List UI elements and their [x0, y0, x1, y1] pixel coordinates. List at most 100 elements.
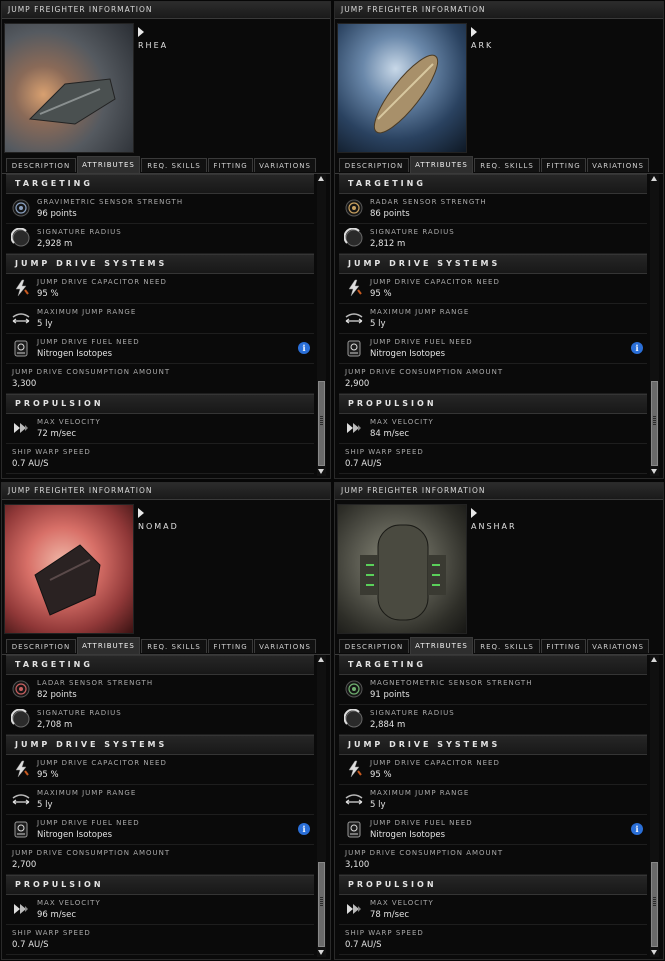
attribute-value: 96 m/sec [37, 910, 76, 920]
tab-fitting[interactable]: FITTING [541, 158, 586, 172]
signature-radius-icon [344, 228, 363, 247]
tab-variations[interactable]: VARIATIONS [587, 158, 649, 172]
show-info-icon[interactable]: i [631, 342, 643, 354]
attribute-label: JUMP DRIVE CAPACITOR NEED [370, 759, 500, 767]
attribute-value: 86 points [370, 209, 410, 219]
attribute-value: 72 m/sec [37, 429, 76, 439]
show-info-arrow-icon[interactable] [138, 508, 144, 518]
section-jump-drive[interactable]: JUMP DRIVE SYSTEMS [339, 254, 647, 274]
tab-attributes[interactable]: ATTRIBUTES [77, 637, 140, 654]
tab-description[interactable]: DESCRIPTION [6, 158, 76, 172]
tab-description[interactable]: DESCRIPTION [339, 639, 409, 653]
tab-req-skills[interactable]: REQ. SKILLS [474, 639, 540, 653]
ship-render-image [337, 504, 467, 634]
attribute-row: SHIP WARP SPEED 0.7 AU/S [6, 444, 314, 474]
section-propulsion[interactable]: PROPULSION [339, 875, 647, 895]
vertical-scrollbar[interactable] [317, 655, 326, 957]
tab-req-skills[interactable]: REQ. SKILLS [141, 639, 207, 653]
scroll-thumb[interactable] [651, 862, 658, 947]
show-info-arrow-icon[interactable] [138, 27, 144, 37]
attribute-label: SHIP WARP SPEED [12, 448, 91, 456]
scroll-down-arrow-icon[interactable] [651, 950, 657, 955]
scroll-up-arrow-icon[interactable] [318, 176, 324, 181]
attributes-list: TARGETING MAGNETOMETRIC SENSOR STRENGTH … [339, 655, 647, 955]
window-title[interactable]: JUMP FREIGHTER INFORMATION [2, 2, 330, 19]
attribute-value: 2,708 m [37, 720, 73, 730]
attribute-value: Nitrogen Isotopes [370, 830, 445, 840]
vertical-scrollbar[interactable] [650, 174, 659, 476]
tab-variations[interactable]: VARIATIONS [587, 639, 649, 653]
scroll-thumb[interactable] [318, 381, 325, 466]
show-info-arrow-icon[interactable] [471, 508, 477, 518]
section-targeting[interactable]: TARGETING [6, 655, 314, 675]
attribute-value: 0.7 AU/S [12, 459, 49, 469]
section-propulsion[interactable]: PROPULSION [6, 875, 314, 895]
attribute-row: MAX VELOCITY 96 m/sec [6, 895, 314, 925]
attribute-row: SIGNATURE RADIUS 2,928 m [6, 224, 314, 254]
attribute-value: Nitrogen Isotopes [370, 349, 445, 359]
vertical-scrollbar[interactable] [317, 174, 326, 476]
tab-fitting[interactable]: FITTING [541, 639, 586, 653]
tab-description[interactable]: DESCRIPTION [339, 158, 409, 172]
scroll-up-arrow-icon[interactable] [651, 657, 657, 662]
scroll-thumb[interactable] [318, 862, 325, 947]
show-info-icon[interactable]: i [631, 823, 643, 835]
sensor-strength-icon [345, 199, 363, 217]
attribute-row: SHIP WARP SPEED 0.7 AU/S [339, 444, 647, 474]
capacitor-lightning-icon [348, 279, 362, 297]
section-jump-drive[interactable]: JUMP DRIVE SYSTEMS [6, 254, 314, 274]
show-info-icon[interactable]: i [298, 823, 310, 835]
attribute-label: MAX VELOCITY [37, 418, 101, 426]
tab-attributes[interactable]: ATTRIBUTES [77, 156, 140, 173]
section-propulsion[interactable]: PROPULSION [6, 394, 314, 414]
attribute-value: 96 points [37, 209, 77, 219]
tab-fitting[interactable]: FITTING [208, 158, 253, 172]
attributes-list: TARGETING LADAR SENSOR STRENGTH 82 point… [6, 655, 314, 955]
window-title[interactable]: JUMP FREIGHTER INFORMATION [335, 483, 663, 500]
show-info-arrow-icon[interactable] [471, 27, 477, 37]
scroll-up-arrow-icon[interactable] [651, 176, 657, 181]
section-targeting[interactable]: TARGETING [339, 174, 647, 194]
section-jump-drive[interactable]: JUMP DRIVE SYSTEMS [339, 735, 647, 755]
tab-description[interactable]: DESCRIPTION [6, 639, 76, 653]
attribute-value: 95 % [37, 770, 59, 780]
window-title[interactable]: JUMP FREIGHTER INFORMATION [2, 483, 330, 500]
attribute-row: JUMP DRIVE FUEL NEED Nitrogen Isotopes i [6, 815, 314, 845]
fuel-isotopes-icon [14, 821, 28, 838]
vertical-scrollbar[interactable] [650, 655, 659, 957]
scroll-down-arrow-icon[interactable] [318, 950, 324, 955]
ship-name: NOMAD [138, 522, 179, 531]
tab-variations[interactable]: VARIATIONS [254, 158, 316, 172]
signature-radius-icon [344, 709, 363, 728]
tab-attributes[interactable]: ATTRIBUTES [410, 637, 473, 654]
attribute-label: SIGNATURE RADIUS [37, 709, 122, 717]
capacitor-lightning-icon [348, 760, 362, 778]
section-jump-drive[interactable]: JUMP DRIVE SYSTEMS [6, 735, 314, 755]
show-info-icon[interactable]: i [298, 342, 310, 354]
scroll-up-arrow-icon[interactable] [318, 657, 324, 662]
fuel-isotopes-icon [347, 821, 361, 838]
scroll-down-arrow-icon[interactable] [651, 469, 657, 474]
section-propulsion[interactable]: PROPULSION [339, 394, 647, 414]
section-targeting[interactable]: TARGETING [339, 655, 647, 675]
attribute-value: 0.7 AU/S [12, 940, 49, 950]
attribute-label: SHIP WARP SPEED [345, 929, 424, 937]
section-targeting[interactable]: TARGETING [6, 174, 314, 194]
attribute-label: SIGNATURE RADIUS [37, 228, 122, 236]
attribute-label: RADAR SENSOR STRENGTH [370, 198, 487, 206]
attribute-row: JUMP DRIVE CAPACITOR NEED 95 % [339, 755, 647, 785]
fuel-isotopes-icon [347, 340, 361, 357]
scroll-thumb[interactable] [651, 381, 658, 466]
tab-req-skills[interactable]: REQ. SKILLS [141, 158, 207, 172]
signature-radius-icon [11, 709, 30, 728]
tab-fitting[interactable]: FITTING [208, 639, 253, 653]
window-title[interactable]: JUMP FREIGHTER INFORMATION [335, 2, 663, 19]
sensor-strength-icon [345, 680, 363, 698]
attributes-list: TARGETING RADAR SENSOR STRENGTH 86 point… [339, 174, 647, 474]
jump-range-icon [12, 313, 30, 324]
tab-req-skills[interactable]: REQ. SKILLS [474, 158, 540, 172]
tab-attributes[interactable]: ATTRIBUTES [410, 156, 473, 173]
tab-variations[interactable]: VARIATIONS [254, 639, 316, 653]
scroll-down-arrow-icon[interactable] [318, 469, 324, 474]
ship-model-icon [28, 78, 116, 125]
